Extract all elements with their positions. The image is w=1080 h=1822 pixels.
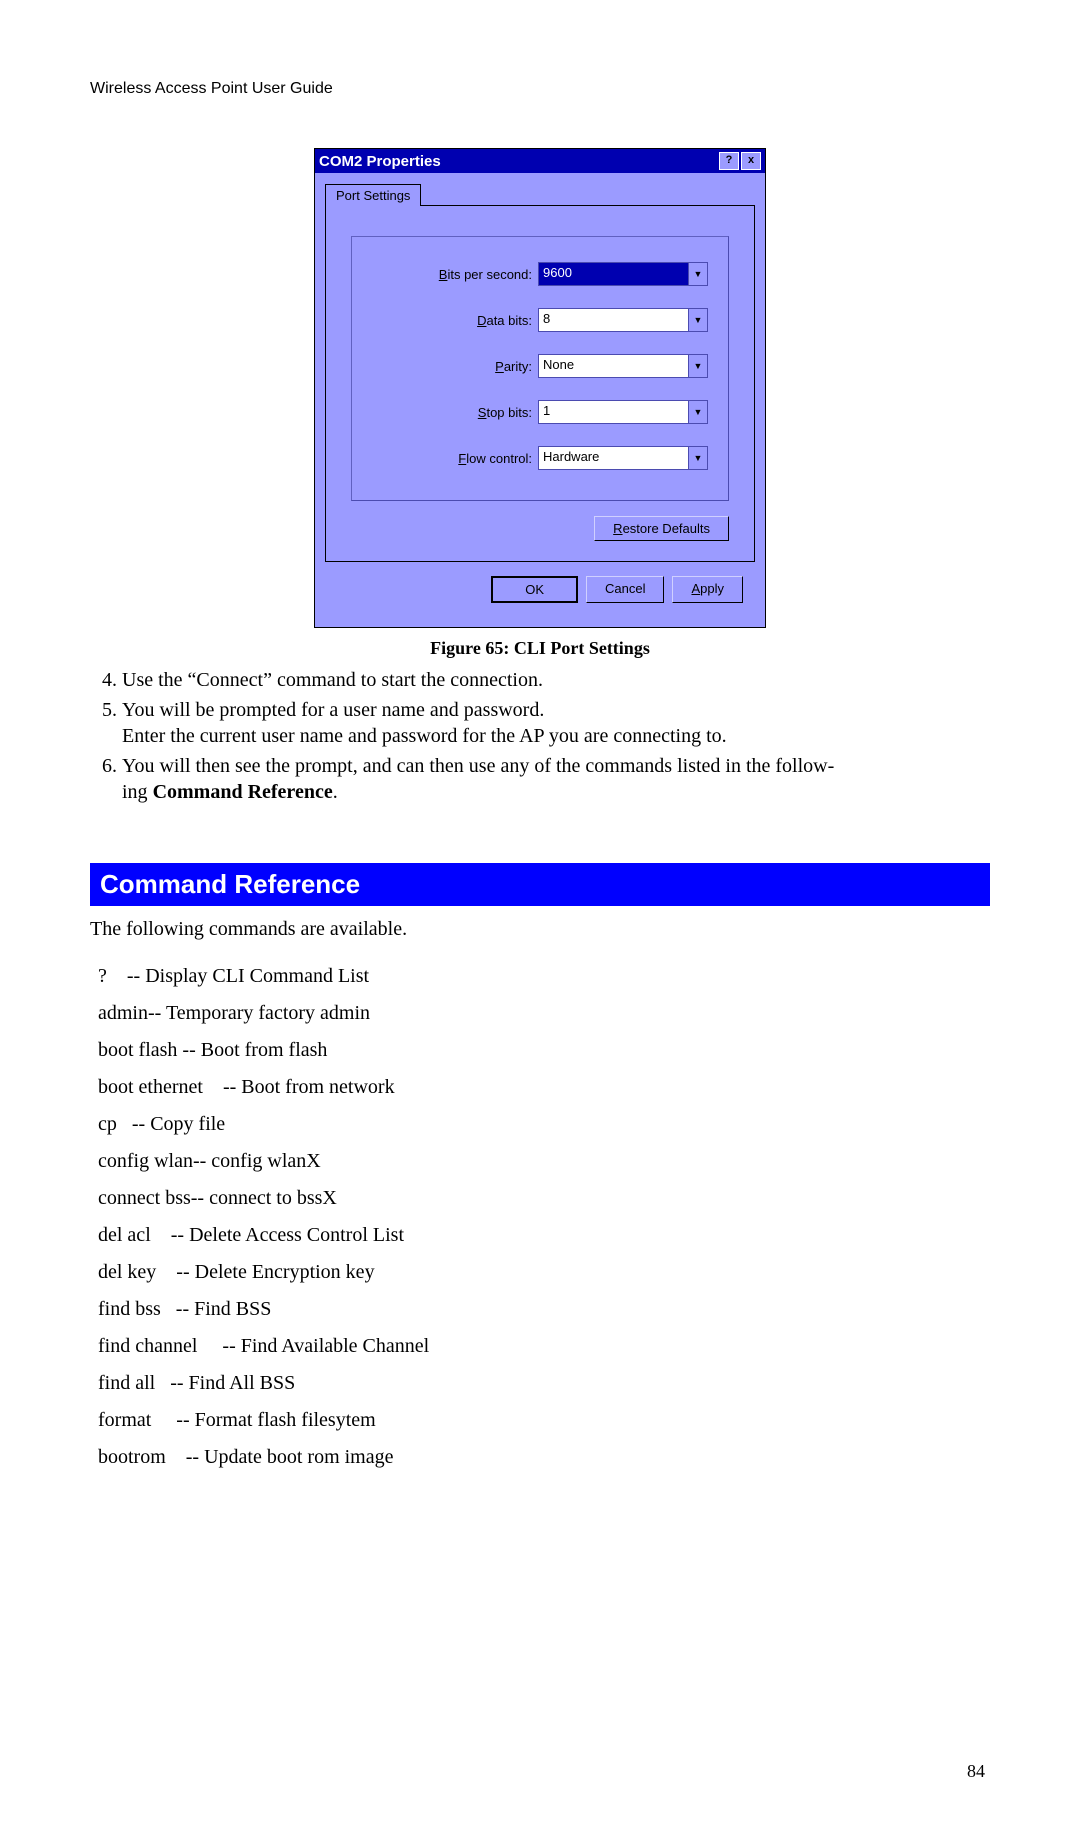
dialog-body: Port Settings Bits per second: 9600 ▼ Da… bbox=[315, 173, 765, 627]
step-4: Use the “Connect” command to start the c… bbox=[122, 667, 990, 693]
label-stop-bits: Stop bits: bbox=[372, 405, 538, 420]
dialog-titlebar: COM2 Properties ? x bbox=[315, 149, 765, 173]
select-bits-per-second[interactable]: 9600 ▼ bbox=[538, 262, 708, 286]
tab-panel: Bits per second: 9600 ▼ Data bits: 8 ▼ bbox=[325, 205, 755, 562]
page-number: 84 bbox=[967, 1761, 985, 1782]
document-page: Wireless Access Point User Guide COM2 Pr… bbox=[0, 0, 1080, 1822]
command-row: del key -- Delete Encryption key bbox=[98, 1261, 990, 1284]
select-stop-bits[interactable]: 1 ▼ bbox=[538, 400, 708, 424]
help-button[interactable]: ? bbox=[719, 152, 739, 170]
cancel-button[interactable]: Cancel bbox=[586, 576, 664, 603]
step-6: You will then see the prompt, and can th… bbox=[122, 753, 990, 805]
restore-defaults-button[interactable]: Restore Defaults bbox=[594, 516, 729, 541]
row-data-bits: Data bits: 8 ▼ bbox=[372, 308, 708, 332]
label-parity: Parity: bbox=[372, 359, 538, 374]
command-row: admin-- Temporary factory admin bbox=[98, 1002, 990, 1025]
com2-properties-dialog: COM2 Properties ? x Port Settings Bits p… bbox=[314, 148, 766, 628]
step-5: You will be prompted for a user name and… bbox=[122, 697, 990, 749]
select-flow-control[interactable]: Hardware ▼ bbox=[538, 446, 708, 470]
settings-group: Bits per second: 9600 ▼ Data bits: 8 ▼ bbox=[351, 236, 729, 501]
titlebar-buttons: ? x bbox=[719, 152, 761, 170]
command-row: del acl -- Delete Access Control List bbox=[98, 1224, 990, 1247]
command-intro: The following commands are available. bbox=[90, 918, 990, 941]
select-data-bits[interactable]: 8 ▼ bbox=[538, 308, 708, 332]
row-flow-control: Flow control: Hardware ▼ bbox=[372, 446, 708, 470]
dialog-action-buttons: OK Cancel Apply bbox=[325, 562, 755, 617]
command-row: boot ethernet -- Boot from network bbox=[98, 1076, 990, 1099]
command-row: bootrom -- Update boot rom image bbox=[98, 1446, 990, 1469]
select-parity[interactable]: None ▼ bbox=[538, 354, 708, 378]
row-stop-bits: Stop bits: 1 ▼ bbox=[372, 400, 708, 424]
label-flow-control: Flow control: bbox=[372, 451, 538, 466]
restore-row: Restore Defaults bbox=[351, 516, 729, 541]
instruction-list: Use the “Connect” command to start the c… bbox=[90, 667, 990, 805]
value-stop-bits: 1 bbox=[539, 401, 688, 423]
close-button[interactable]: x bbox=[741, 152, 761, 170]
row-bits-per-second: Bits per second: 9600 ▼ bbox=[372, 262, 708, 286]
page-header: Wireless Access Point User Guide bbox=[90, 80, 990, 98]
command-row: boot flash -- Boot from flash bbox=[98, 1039, 990, 1062]
figure-caption: Figure 65: CLI Port Settings bbox=[90, 638, 990, 659]
row-parity: Parity: None ▼ bbox=[372, 354, 708, 378]
value-bits-per-second: 9600 bbox=[539, 263, 688, 285]
chevron-down-icon: ▼ bbox=[688, 263, 707, 285]
command-row: ? -- Display CLI Command List bbox=[98, 965, 990, 988]
value-flow-control: Hardware bbox=[539, 447, 688, 469]
command-row: find bss -- Find BSS bbox=[98, 1298, 990, 1321]
label-data-bits: Data bits: bbox=[372, 313, 538, 328]
apply-button[interactable]: Apply bbox=[672, 576, 743, 603]
value-parity: None bbox=[539, 355, 688, 377]
label-bits-per-second: Bits per second: bbox=[372, 267, 538, 282]
command-row: config wlan-- config wlanX bbox=[98, 1150, 990, 1173]
command-row: find channel -- Find Available Channel bbox=[98, 1335, 990, 1358]
command-list: ? -- Display CLI Command List admin-- Te… bbox=[90, 965, 990, 1469]
section-command-reference: Command Reference bbox=[90, 863, 990, 906]
command-row: connect bss-- connect to bssX bbox=[98, 1187, 990, 1210]
value-data-bits: 8 bbox=[539, 309, 688, 331]
tab-port-settings[interactable]: Port Settings bbox=[325, 184, 421, 206]
command-row: cp -- Copy file bbox=[98, 1113, 990, 1136]
chevron-down-icon: ▼ bbox=[688, 447, 707, 469]
chevron-down-icon: ▼ bbox=[688, 401, 707, 423]
chevron-down-icon: ▼ bbox=[688, 355, 707, 377]
command-row: format -- Format flash filesytem bbox=[98, 1409, 990, 1432]
command-row: find all -- Find All BSS bbox=[98, 1372, 990, 1395]
ok-button[interactable]: OK bbox=[491, 576, 578, 603]
dialog-title: COM2 Properties bbox=[319, 153, 441, 170]
chevron-down-icon: ▼ bbox=[688, 309, 707, 331]
